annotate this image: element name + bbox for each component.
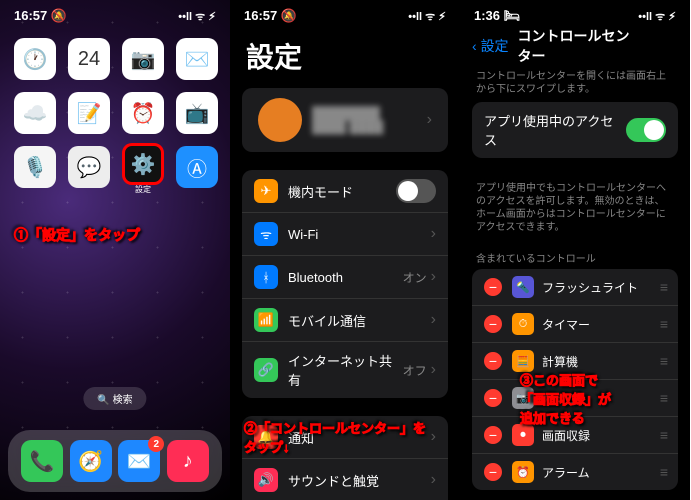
description: コントロールセンターを開くには画面右上から下にスワイプします。 bbox=[460, 64, 690, 102]
control-icon: 🧮 bbox=[512, 350, 534, 372]
toggle-switch[interactable] bbox=[396, 179, 436, 203]
search-pill[interactable]: 🔍 検索 bbox=[83, 387, 146, 410]
app-icon[interactable]: Ⓐ bbox=[176, 146, 218, 195]
app-icon[interactable]: 💬 bbox=[68, 146, 110, 195]
status-icons: ••ll ᯤ ⚡︎ bbox=[638, 9, 676, 24]
status-bar: 16:57 🔕 ••ll ᯤ ⚡︎ bbox=[230, 0, 460, 28]
control-row[interactable]: −⏱タイマー≡ bbox=[472, 306, 678, 343]
settings-row[interactable]: ᚼBluetoothオン› bbox=[242, 256, 448, 299]
back-button[interactable]: ‹ 設定 bbox=[472, 36, 509, 56]
chevron-icon: › bbox=[431, 311, 436, 329]
status-time: 16:57 bbox=[244, 8, 277, 23]
settings-row[interactable]: 🔊サウンドと触覚› bbox=[242, 459, 448, 500]
app-grid: 🕐 24 📷 ✉️ ☁️ 📝 ⏰ 📺 🎙️💬 ⚙️設定 Ⓐ bbox=[0, 28, 230, 205]
app-icon[interactable]: 📺 bbox=[176, 92, 218, 134]
remove-button[interactable]: − bbox=[484, 389, 502, 407]
app-icon[interactable]: 🎙️ bbox=[14, 146, 56, 195]
status-bar: 16:57 🔕 ••ll ᯤ ⚡︎ bbox=[0, 0, 230, 28]
row-icon: 🔊 bbox=[254, 468, 278, 492]
nav-bar: ‹ 設定 コントロールセンター bbox=[460, 28, 690, 64]
apple-id-row[interactable]: ████████████ ████ › bbox=[242, 88, 448, 152]
remove-button[interactable]: − bbox=[484, 278, 502, 296]
remove-button[interactable]: − bbox=[484, 352, 502, 370]
drag-handle[interactable]: ≡ bbox=[660, 353, 666, 369]
toggle-switch[interactable] bbox=[626, 118, 666, 142]
settings-screen: 16:57 🔕 ••ll ᯤ ⚡︎ 設定 ████████████ ████ ›… bbox=[230, 0, 460, 500]
control-icon: ⏺ bbox=[512, 424, 534, 446]
dock: 📞🧭✉️2♪ bbox=[8, 430, 222, 492]
control-icon: ⏰ bbox=[512, 461, 534, 483]
chevron-icon: › bbox=[431, 361, 436, 379]
app-icon[interactable]: 📷 bbox=[122, 38, 164, 80]
dock-app[interactable]: ✉️2 bbox=[118, 440, 160, 482]
status-icons: ••ll ᯤ ⚡︎ bbox=[408, 9, 446, 24]
status-bar: 1:36 🛏 ••ll ᯤ ⚡︎ bbox=[460, 0, 690, 28]
callout-3: ③この画面で 「画面収録」が 追加できる bbox=[520, 370, 611, 427]
control-center-screen: 1:36 🛏 ••ll ᯤ ⚡︎ ‹ 設定 コントロールセンター コントロールセ… bbox=[460, 0, 690, 500]
app-icon[interactable]: ⏰ bbox=[122, 92, 164, 134]
app-access-row[interactable]: アプリ使用中のアクセス bbox=[472, 102, 678, 158]
app-access-group: アプリ使用中のアクセス bbox=[472, 102, 678, 158]
row-icon: ᚼ bbox=[254, 265, 278, 289]
settings-row[interactable]: 📶モバイル通信› bbox=[242, 299, 448, 342]
control-icon: 🔦 bbox=[512, 276, 534, 298]
app-icon[interactable]: 📝 bbox=[68, 92, 110, 134]
row-icon: 📶 bbox=[254, 308, 278, 332]
section-header-included: 含まれているコントロール bbox=[460, 240, 690, 269]
dock-app[interactable]: 🧭 bbox=[70, 440, 112, 482]
dock-app[interactable]: 📞 bbox=[21, 440, 63, 482]
chevron-icon: › bbox=[431, 268, 436, 286]
settings-row[interactable]: 🔗インターネット共有オフ› bbox=[242, 342, 448, 398]
app-icon[interactable]: ⚙️設定 bbox=[122, 146, 164, 195]
control-row[interactable]: −🔦フラッシュライト≡ bbox=[472, 269, 678, 306]
control-row[interactable]: −⏰アラーム≡ bbox=[472, 454, 678, 490]
dock-app[interactable]: ♪ bbox=[167, 440, 209, 482]
callout-1: ①「設定」をタップ bbox=[14, 225, 140, 245]
app-icon[interactable]: ☁️ bbox=[14, 92, 56, 134]
remove-button[interactable]: − bbox=[484, 315, 502, 333]
control-icon: ⏱ bbox=[512, 313, 534, 335]
remove-button[interactable]: − bbox=[484, 426, 502, 444]
chevron-icon: › bbox=[431, 428, 436, 446]
row-icon: ✈︎ bbox=[254, 179, 278, 203]
row-icon: ᯤ bbox=[254, 222, 278, 246]
drag-handle[interactable]: ≡ bbox=[660, 279, 666, 295]
description: アプリ使用中でもコントロールセンターへのアクセスを許可します。無効のときは、ホー… bbox=[460, 176, 690, 240]
status-time: 1:36 bbox=[474, 8, 500, 23]
settings-row[interactable]: ᯤWi-Fi› bbox=[242, 213, 448, 256]
settings-title: 設定 bbox=[230, 28, 460, 88]
chevron-icon: › bbox=[427, 111, 432, 129]
drag-handle[interactable]: ≡ bbox=[660, 427, 666, 443]
app-icon[interactable]: 24 bbox=[68, 38, 110, 80]
chevron-icon: › bbox=[431, 471, 436, 489]
chevron-icon: › bbox=[431, 225, 436, 243]
badge: 2 bbox=[148, 436, 164, 452]
callout-2: ②「コントロールセンター」を タップ↓ bbox=[244, 418, 426, 456]
app-icon[interactable]: 🕐 bbox=[14, 38, 56, 80]
settings-row[interactable]: ✈︎機内モード bbox=[242, 170, 448, 213]
nav-title: コントロールセンター bbox=[518, 26, 633, 66]
drag-handle[interactable]: ≡ bbox=[660, 464, 666, 480]
settings-group-connectivity: ✈︎機内モードᯤWi-Fi›ᚼBluetoothオン›📶モバイル通信›🔗インター… bbox=[242, 170, 448, 398]
row-icon: 🔗 bbox=[254, 358, 278, 382]
home-screen: 16:57 🔕 ••ll ᯤ ⚡︎ 🕐 24 📷 ✉️ ☁️ 📝 ⏰ 📺 🎙️💬 ⚙️設定 Ⓐ ①「… bbox=[0, 0, 230, 500]
app-icon[interactable]: ✉️ bbox=[176, 38, 218, 80]
drag-handle[interactable]: ≡ bbox=[660, 316, 666, 332]
status-icons: ••ll ᯤ ⚡︎ bbox=[178, 9, 216, 24]
avatar bbox=[258, 98, 302, 142]
status-time: 16:57 bbox=[14, 8, 47, 23]
remove-button[interactable]: − bbox=[484, 463, 502, 481]
drag-handle[interactable]: ≡ bbox=[660, 390, 666, 406]
